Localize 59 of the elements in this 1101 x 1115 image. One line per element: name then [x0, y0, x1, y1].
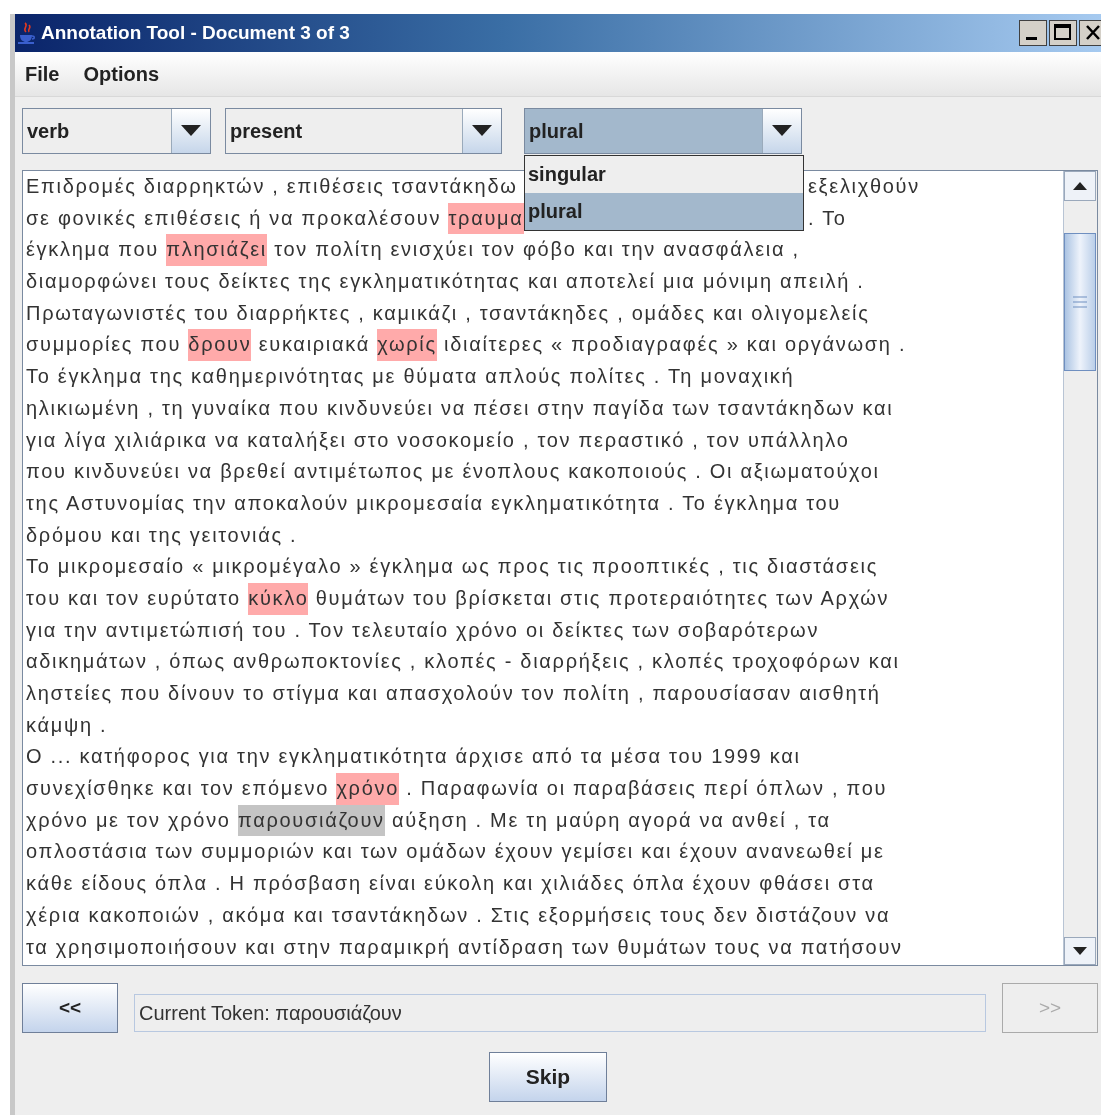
- body-text: κάθε είδους όπλα . Η πρόσβαση είναι εύκολη και χιλιάδες όπλα έχουν φθάσει στα: [26, 871, 875, 897]
- body-text: Το έγκλημα της καθημερινότητας με θύματα απλούς πολίτες . Τη μοναχική: [26, 364, 795, 390]
- caret-icon: [181, 125, 201, 137]
- highlighted-word: κύκλο: [248, 582, 309, 615]
- scrollbar[interactable]: [1063, 171, 1097, 965]
- body-text: Ο ... κατήφορος για την εγκληματικότητα άρχισε από τα μέσα του 1999 και: [26, 744, 801, 770]
- cup-icon: [17, 21, 37, 45]
- list-option[interactable]: singular: [525, 156, 803, 193]
- body-text: που κινδυνεύει να βρεθεί αντιμέτωπος με ένοπλους κακοποιούς . Οι αξιωματούχοι: [26, 459, 880, 485]
- previous-button[interactable]: <<: [22, 983, 118, 1033]
- highlighted-word: χρόνο: [336, 773, 399, 805]
- body-text: διαμορφώνει τους δείκτες της εγκληματικότητας και αποτελεί μια μόνιμη απειλή .: [26, 269, 865, 295]
- body-text: συμμορίες που: [26, 332, 183, 358]
- highlighted-word: τραυμα: [448, 202, 524, 235]
- window-title: Annotation Tool - Document 3 of 3: [41, 22, 351, 44]
- body-text: της Αστυνομίας την αποκαλούν μικρομεσαία εγκληματικότητα . Το έγκλημα του: [26, 490, 841, 516]
- body-text: οπλοστάσια των συμμοριών και των ομάδων έχουν γεμίσει και έχουν ανανεωθεί με: [26, 839, 885, 865]
- body-text: αύξηση . Με τη μαύρη αγορά να ανθεί , τα: [391, 807, 831, 833]
- body-text: εξελιχθούν: [808, 174, 920, 199]
- body-text: έγκλημα που: [26, 237, 160, 263]
- caret-icon: [772, 125, 792, 137]
- body-text: χρόνο με τον χρόνο: [26, 807, 232, 833]
- body-text: ληστείες που δίνουν το στίγμα και απασχολούν τον πολίτη , παρουσίασαν αισθητή: [26, 681, 881, 706]
- body-text: αδικημάτων , όπως ανθρωποκτονίες , κλοπές - διαρρήξεις , κλοπές τροχοφόρων και: [26, 649, 900, 675]
- body-text: Πρωταγωνιστές του διαρρήκτες , καμικάζι , τσαντάκηδες , ομάδες και ολιγομελείς: [26, 300, 870, 326]
- list-option[interactable]: plural: [525, 193, 803, 230]
- minimize-icon[interactable]: [1019, 20, 1047, 46]
- token-field[interactable]: Current Token: παρουσιάζουν: [134, 994, 986, 1032]
- body-text: ηλικιωμένη , τη γυναίκα που κινδυνεύει να πέσει στην παγίδα των τσαντάκηδων και: [26, 395, 894, 421]
- close-icon[interactable]: [1079, 20, 1101, 46]
- body-text: για την αντιμετώπισή του . Τον τελευταίο χρόνο οι δείκτες των σοβαρότερων: [26, 617, 820, 643]
- body-text: σε φονικές επιθέσεις ή να προκαλέσουν: [26, 205, 443, 231]
- body-text: θυμάτων του βρίσκεται στις προτεραιότητες των Αρχών: [314, 585, 890, 611]
- body-text: Το μικρομεσαίο « μικρομέγαλο » έγκλημα ως προς τις προοπτικές , τις διαστάσεις: [26, 554, 878, 580]
- body-text: ιδιαίτερες « προδιαγραφές » και οργάνωση .: [443, 332, 907, 358]
- skip-button[interactable]: Skip: [489, 1052, 607, 1102]
- highlighted-word: χωρίς: [377, 329, 437, 362]
- body-text: . Παραφωνία οι παραβάσεις περί όπλων , που: [405, 776, 888, 802]
- body-text: τα χρησιμοποιήσουν και στην παραμικρή αντίδραση των θυμάτων τους να πατήσουν: [26, 934, 903, 960]
- body-text: κάμψη .: [26, 712, 108, 738]
- menu-item[interactable]: File: [25, 62, 60, 86]
- maximize-icon[interactable]: [1049, 20, 1077, 46]
- body-text: δρόμου και της γειτονιάς .: [26, 522, 298, 548]
- body-text: . Το: [808, 205, 847, 231]
- body-text: του και τον ευρύτατο: [26, 585, 242, 611]
- dropdown[interactable]: present: [225, 108, 502, 154]
- caret-icon: [472, 125, 492, 137]
- scroll-thumb[interactable]: [1064, 233, 1096, 371]
- body-text: Επιδρομές διαρρηκτών , επιθέσεις τσαντάκηδω: [26, 174, 518, 199]
- body-text: τον πολίτη ενισχύει τον φόβο και την ανασφάλεια ,: [273, 237, 800, 263]
- highlighted-word: παρουσιάζουν: [237, 804, 385, 837]
- highlighted-word: δρουν: [188, 329, 252, 362]
- body-text: χέρια κακοποιών , ακόμα και τσαντάκηδων . Στις εξορμήσεις τους δεν διστάζουν να: [26, 902, 891, 928]
- highlighted-word: πλησιάζει: [166, 234, 267, 267]
- dropdown[interactable]: verb: [22, 108, 211, 154]
- menu-item[interactable]: Options: [83, 62, 159, 86]
- body-text: για λίγα χιλιάρικα να καταλήξει στο νοσοκομείο , τον περαστικό , τον υπάλληλο: [26, 427, 850, 453]
- body-text: συνεχίσθηκε και τον επόμενο: [26, 776, 331, 802]
- body-text: ευκαιριακά: [257, 332, 371, 358]
